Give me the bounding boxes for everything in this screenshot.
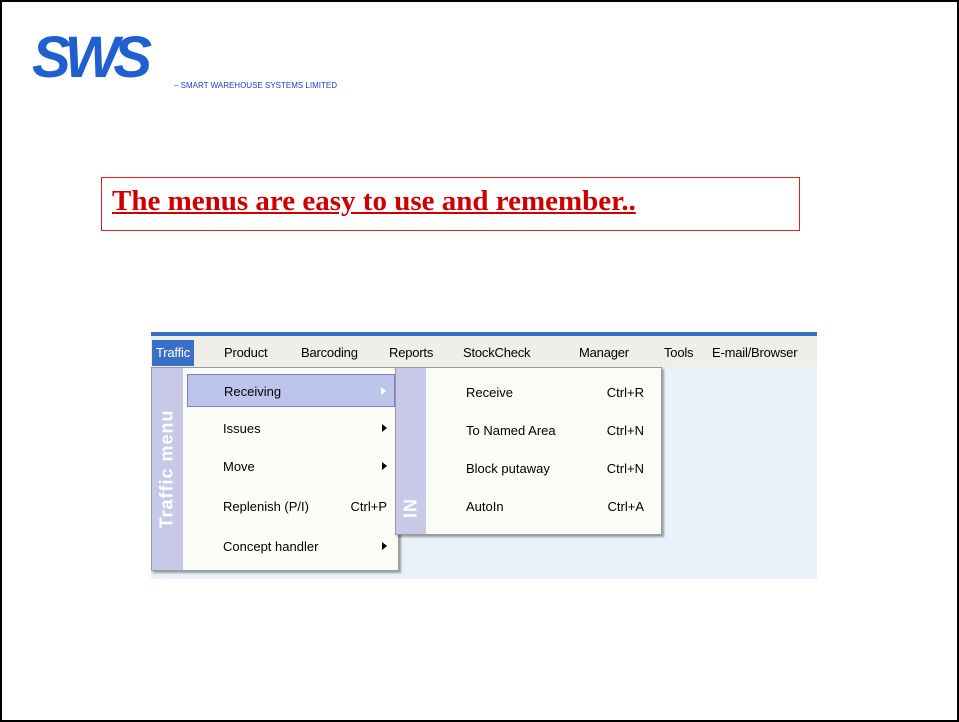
shortcut-text: Ctrl+A (607, 499, 644, 514)
logo-tagline: – SMART WAREHOUSE SYSTEMS LIMITED (174, 81, 337, 90)
menu-barcoding[interactable]: Barcoding (301, 345, 358, 360)
menu-item-label: To Named Area (466, 423, 556, 438)
menu-bar: Traffic Product Barcoding Reports StockC… (151, 332, 817, 367)
menu-item-move[interactable]: Move (187, 450, 395, 483)
menu-email-browser[interactable]: E-mail/Browser (712, 345, 798, 360)
in-menu-side-label: IN (400, 498, 421, 518)
headline-box: The menus are easy to use and remember.. (101, 177, 800, 231)
menu-item-autoin[interactable]: AutoIn Ctrl+A (430, 490, 658, 523)
shortcut-text: Ctrl+N (606, 423, 644, 438)
menu-item-to-named-area[interactable]: To Named Area Ctrl+N (430, 414, 658, 447)
headline: The menus are easy to use and remember.. (112, 185, 636, 217)
traffic-menu-sidebar: Traffic menu (152, 368, 183, 570)
submenu-arrow-icon (382, 424, 387, 432)
sws-logo-mark: SWS (32, 27, 158, 87)
menu-manager[interactable]: Manager (579, 345, 629, 360)
svg-text:SWS: SWS (32, 27, 152, 87)
traffic-menu-side-label: Traffic menu (156, 409, 177, 529)
menu-item-label: Replenish (P/I) (223, 499, 309, 514)
submenu-arrow-icon (382, 462, 387, 470)
menu-item-receive[interactable]: Receive Ctrl+R (430, 376, 658, 409)
menu-item-label: Receive (466, 385, 513, 400)
menu-item-label: Concept handler (223, 539, 319, 554)
in-menu-sidebar: IN (396, 368, 426, 534)
menu-item-label: Move (223, 459, 255, 474)
menu-reports[interactable]: Reports (389, 345, 433, 360)
shortcut-text: Ctrl+R (606, 385, 644, 400)
menu-item-concept-handler[interactable]: Concept handler (187, 530, 395, 563)
shortcut-text: Ctrl+N (606, 461, 644, 476)
submenu-arrow-icon (381, 387, 386, 395)
shortcut-text: Ctrl+P (350, 499, 387, 514)
sws-logo: SWS – SMART WAREHOUSE SYSTEMS LIMITED (32, 27, 412, 97)
menu-item-label: Receiving (224, 384, 282, 399)
menu-tools[interactable]: Tools (664, 345, 694, 360)
in-submenu: IN Receive Ctrl+R To Named Area Ctrl+N B… (395, 367, 662, 535)
menu-product[interactable]: Product (224, 345, 268, 360)
menu-item-receiving[interactable]: Receiving (187, 374, 395, 407)
menu-item-label: Block putaway (466, 461, 550, 476)
submenu-arrow-icon (382, 542, 387, 550)
menu-item-label: AutoIn (466, 499, 504, 514)
menu-item-block-putaway[interactable]: Block putaway Ctrl+N (430, 452, 658, 485)
menu-item-label: Issues (223, 421, 261, 436)
traffic-dropdown-menu: Traffic menu Receiving Issues Move Reple… (151, 367, 399, 571)
menu-item-replenish[interactable]: Replenish (P/I) Ctrl+P (187, 490, 395, 523)
menu-item-issues[interactable]: Issues (187, 412, 395, 445)
menu-stockcheck[interactable]: StockCheck (463, 345, 531, 360)
menu-traffic[interactable]: Traffic (152, 340, 194, 366)
